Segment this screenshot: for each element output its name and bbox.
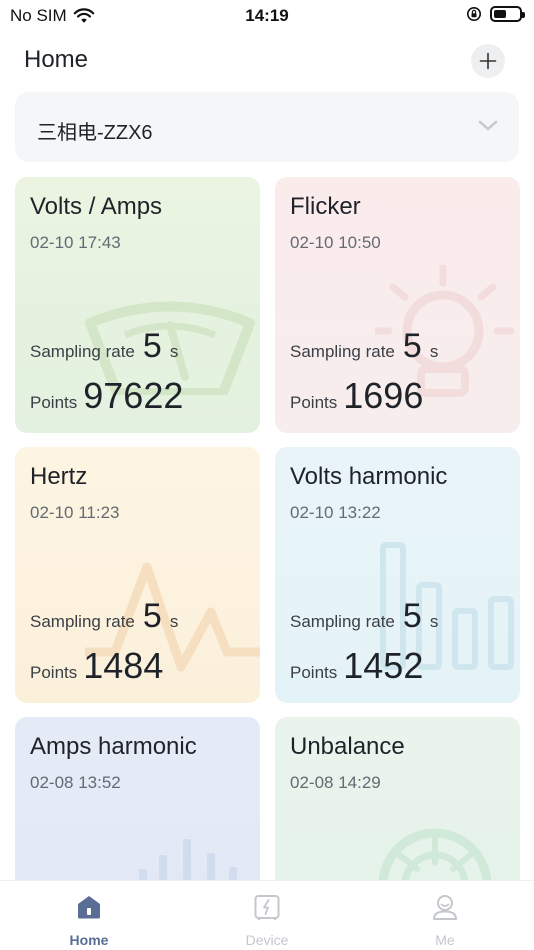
add-button[interactable] bbox=[471, 44, 505, 78]
points-label: Points bbox=[290, 393, 338, 412]
tab-label: Device bbox=[245, 932, 289, 948]
sampling-rate-unit: s bbox=[169, 612, 179, 631]
device-icon bbox=[254, 895, 280, 920]
harmonic-bars-icon bbox=[139, 839, 237, 885]
page-title: Home bbox=[24, 46, 89, 73]
sampling-rate-unit: s bbox=[429, 612, 439, 631]
card-date: 02-08 14:29 bbox=[290, 773, 381, 792]
balance-wheel-icon bbox=[378, 828, 492, 883]
sampling-rate-unit: s bbox=[429, 342, 439, 361]
points-label: Points bbox=[30, 663, 78, 682]
sampling-rate-row: Sampling rate 5 s bbox=[290, 597, 438, 636]
card-date: 02-10 11:23 bbox=[30, 503, 120, 522]
card-date: 02-08 13:52 bbox=[30, 773, 121, 792]
points-value: 1484 bbox=[83, 645, 164, 686]
device-selector[interactable]: 三相电-ZZX6 bbox=[15, 92, 519, 162]
points-label: Points bbox=[30, 393, 78, 412]
tab-me[interactable]: Me bbox=[375, 881, 515, 950]
sampling-rate-unit: s bbox=[169, 342, 179, 361]
points-row: Points 1696 bbox=[290, 375, 423, 417]
sampling-rate-label: Sampling rate bbox=[290, 612, 395, 631]
tab-label: Me bbox=[435, 932, 455, 948]
sampling-rate-value: 5 bbox=[402, 327, 422, 365]
sampling-rate-row: Sampling rate 5 s bbox=[30, 327, 178, 366]
card-title: Flicker bbox=[290, 193, 361, 220]
points-row: Points 1484 bbox=[30, 645, 163, 687]
sampling-rate-value: 5 bbox=[402, 597, 422, 635]
home-icon bbox=[78, 896, 100, 919]
card-date: 02-10 13:22 bbox=[290, 503, 381, 522]
card-date: 02-10 17:43 bbox=[30, 233, 121, 252]
selected-device-name: 三相电-ZZX6 bbox=[37, 122, 153, 144]
orientation-lock-icon bbox=[467, 7, 481, 21]
points-value: 97622 bbox=[83, 375, 184, 416]
points-row: Points 1452 bbox=[290, 645, 423, 687]
status-bar: No SIM 14:19 bbox=[0, 0, 534, 32]
card-hertz[interactable]: Hertz 02-10 11:23 Sampling rate 5 s Poin… bbox=[15, 447, 260, 703]
card-volts-amps[interactable]: Volts / Amps 02-10 17:43 Sampling rate 5… bbox=[15, 177, 260, 433]
sampling-rate-row: Sampling rate 5 s bbox=[30, 597, 178, 636]
card-volts-harmonic[interactable]: Volts harmonic 02-10 13:22 Sampling rate… bbox=[275, 447, 520, 703]
battery-icon bbox=[490, 6, 525, 22]
card-date: 02-10 10:50 bbox=[290, 233, 381, 252]
user-icon bbox=[433, 895, 457, 920]
card-title: Unbalance bbox=[290, 733, 405, 760]
points-label: Points bbox=[290, 663, 338, 682]
card-flicker[interactable]: Flicker 02-10 10:50 Sampling rate 5 s Po… bbox=[275, 177, 520, 433]
screen: No SIM 14:19 Home 三相电-ZZX6 Volts / Amps … bbox=[0, 0, 534, 950]
sampling-rate-value: 5 bbox=[142, 597, 162, 635]
tab-device[interactable]: Device bbox=[197, 881, 337, 950]
card-title: Volts harmonic bbox=[290, 463, 448, 490]
status-time: 14:19 bbox=[245, 6, 289, 25]
points-value: 1696 bbox=[343, 375, 424, 416]
sampling-rate-label: Sampling rate bbox=[290, 342, 395, 361]
sampling-rate-value: 5 bbox=[142, 327, 162, 365]
points-row: Points 97622 bbox=[30, 375, 183, 417]
card-title: Volts / Amps bbox=[30, 193, 163, 220]
plus-icon bbox=[479, 52, 497, 70]
tab-bar: Home Device Me bbox=[0, 880, 534, 950]
tab-home[interactable]: Home bbox=[19, 881, 159, 950]
points-value: 1452 bbox=[343, 645, 424, 686]
card-title: Amps harmonic bbox=[30, 733, 197, 760]
card-title: Hertz bbox=[30, 463, 88, 490]
chevron-down-icon bbox=[478, 120, 498, 131]
sampling-rate-row: Sampling rate 5 s bbox=[290, 327, 438, 366]
status-right bbox=[466, 6, 525, 22]
sampling-rate-label: Sampling rate bbox=[30, 612, 135, 631]
tab-label: Home bbox=[69, 932, 109, 948]
sampling-rate-label: Sampling rate bbox=[30, 342, 135, 361]
